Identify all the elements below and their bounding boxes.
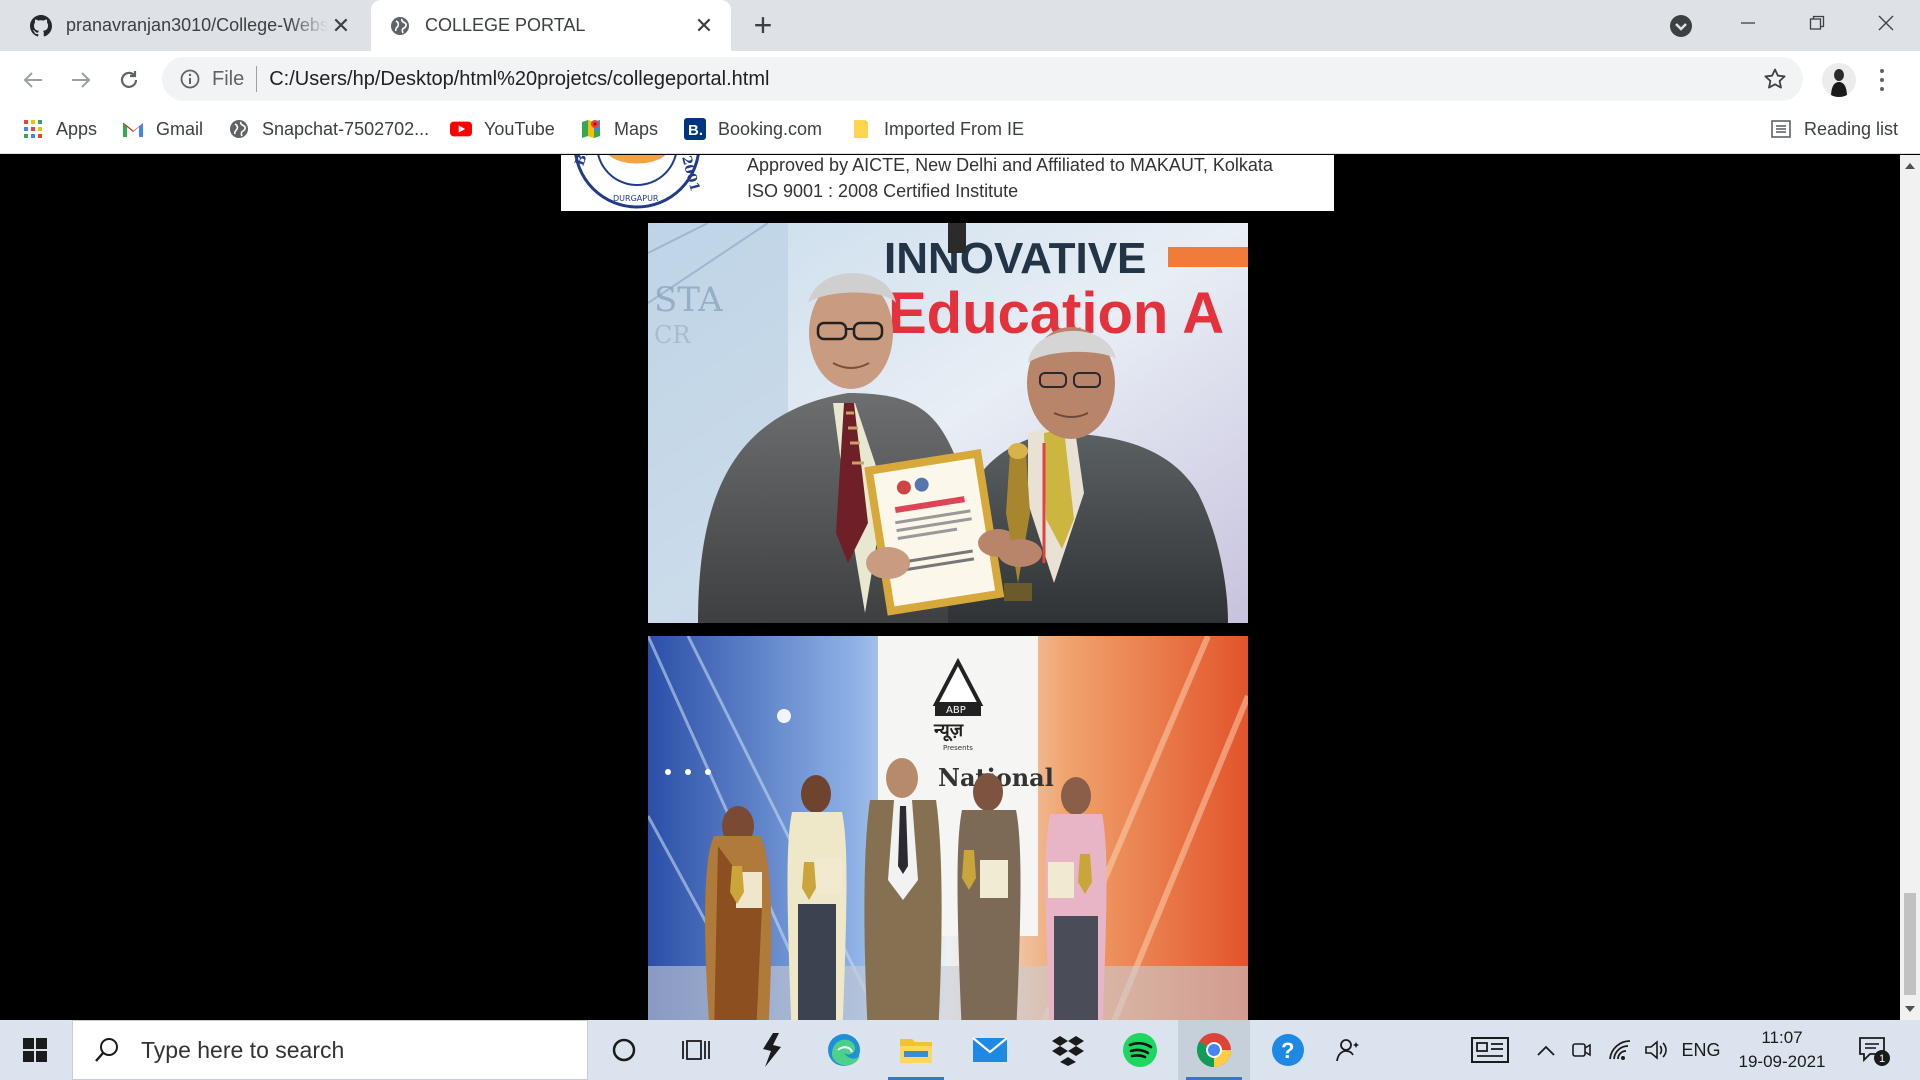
news-interests-icon[interactable] (1464, 1020, 1516, 1080)
profile-avatar[interactable] (1822, 63, 1856, 97)
logo-text-bottom: DURGAPUR (613, 194, 659, 203)
bookmark-gmail[interactable]: Gmail (122, 108, 203, 150)
taskbar-search-box[interactable]: Type here to search (72, 1020, 588, 1080)
tab-title: COLLEGE PORTAL (425, 15, 586, 35)
back-button[interactable] (18, 65, 48, 95)
show-hidden-icons-chevron-icon[interactable] (1532, 1020, 1560, 1080)
meet-now-icon[interactable] (1566, 1020, 1596, 1080)
dropbox-icon[interactable] (1032, 1020, 1104, 1080)
browser-toolbar: File C:/Users/hp/Desktop/html%20projetcs… (0, 51, 1920, 108)
college-logo-icon: BENGAL 2001 DURGAPUR (573, 155, 702, 209)
bookmark-apps[interactable]: Apps (22, 108, 97, 150)
tab-strip: pranavranjan3010/College-Website ✕ COLLE… (0, 0, 1920, 51)
bookmark-folder-imported[interactable]: Imported From IE (850, 108, 1024, 150)
bookmark-star-icon[interactable] (1763, 67, 1787, 91)
windows-start-button[interactable] (0, 1020, 70, 1080)
youtube-icon (450, 118, 472, 140)
tab-search-icon[interactable] (1668, 13, 1694, 39)
mail-icon[interactable] (954, 1020, 1026, 1080)
photo2-logo-hindi: न्यूज़ (933, 720, 964, 742)
url-text[interactable]: C:/Users/hp/Desktop/html%20projetcs/coll… (269, 68, 769, 91)
minimize-button[interactable] (1728, 8, 1768, 38)
language-indicator[interactable]: ENG (1680, 1020, 1722, 1080)
close-tab-icon[interactable]: ✕ (328, 13, 354, 39)
task-view-button[interactable] (660, 1020, 732, 1080)
photo2-logo-text: ABP (946, 705, 966, 716)
bookmark-label: Snapchat-7502702... (262, 118, 430, 139)
bookmark-label: YouTube (484, 118, 555, 139)
chrome-icon[interactable] (1178, 1020, 1250, 1080)
visual-studio-code-icon[interactable] (736, 1020, 808, 1080)
reading-list-button[interactable]: Reading list (1770, 108, 1898, 150)
college-banner: BENGAL 2001 DURGAPUR Approved by AICTE, … (561, 155, 1334, 211)
bookmark-label: Booking.com (718, 118, 823, 139)
close-window-button[interactable] (1866, 8, 1906, 38)
clock-date: 19-09-2021 (1738, 1052, 1826, 1071)
bookmark-label: Gmail (156, 118, 204, 139)
banner-approval-text: Approved by AICTE, New Delhi and Affilia… (747, 155, 1273, 175)
notification-count: 1 (1879, 1053, 1885, 1065)
new-tab-button[interactable]: + (748, 9, 778, 41)
page-viewport: BENGAL 2001 DURGAPUR Approved by AICTE, … (0, 155, 1900, 1020)
page-scrollbar[interactable] (1900, 155, 1920, 1020)
forward-button[interactable] (66, 65, 96, 95)
wifi-icon[interactable] (1604, 1020, 1636, 1080)
globe-icon (228, 118, 250, 140)
clock-time: 11:07 (1761, 1028, 1803, 1047)
reading-list-icon (1770, 118, 1792, 140)
file-explorer-icon[interactable] (880, 1020, 952, 1080)
github-icon (30, 14, 52, 37)
banner-iso-text: ISO 9001 : 2008 Certified Institute (747, 181, 1019, 201)
browser-window: pranavranjan3010/College-Website ✕ COLLE… (0, 0, 1920, 1080)
tab-college-portal[interactable]: COLLEGE PORTAL ✕ (371, 0, 731, 51)
photo2-presents: Presents (943, 744, 973, 752)
photo1-headline-top: INNOVATIVE (884, 234, 1146, 283)
close-tab-icon[interactable]: ✕ (691, 13, 717, 39)
award-photo-2: ABP न्यूज़ Presents National (648, 636, 1248, 1020)
globe-icon (389, 15, 411, 37)
action-center-icon[interactable]: 1 (1856, 1032, 1892, 1068)
bookmark-maps[interactable]: Maps (580, 108, 658, 150)
scrollbar-thumb[interactable] (1904, 893, 1916, 995)
search-icon (95, 1038, 118, 1062)
photo1-left-banner-small: CR (654, 321, 691, 349)
address-bar[interactable]: File C:/Users/hp/Desktop/html%20projetcs… (162, 57, 1803, 101)
booking-icon: B. (684, 118, 706, 140)
bookmarks-bar: Apps Gmail Snapchat-7502702... YouTube M… (0, 108, 1920, 154)
search-placeholder: Type here to search (141, 1036, 345, 1063)
windows-logo-icon (23, 1038, 47, 1062)
people-icon[interactable] (1312, 1020, 1384, 1080)
bookmark-label: Imported From IE (884, 118, 1025, 139)
omnibox-divider (256, 66, 258, 92)
reload-button[interactable] (114, 65, 144, 95)
bookmark-label: Maps (614, 118, 659, 139)
apps-grid-icon (22, 118, 44, 140)
gmail-icon (122, 118, 144, 140)
info-icon[interactable] (178, 67, 202, 91)
scheme-label: File (212, 67, 245, 90)
award-photo-1: STA CR INNOVATIVE Education A (648, 223, 1248, 623)
windows-taskbar: Type here to search ? ENG 11:07 19-09-20… (0, 1020, 1920, 1080)
bookmark-youtube[interactable]: YouTube (450, 108, 555, 150)
scroll-down-arrow-icon[interactable] (1900, 998, 1920, 1020)
spotify-icon[interactable] (1104, 1020, 1176, 1080)
svg-text:?: ? (1281, 1038, 1294, 1063)
reading-list-label: Reading list (1804, 118, 1899, 139)
restore-button[interactable] (1797, 8, 1837, 38)
scroll-up-arrow-icon[interactable] (1900, 155, 1920, 177)
tab-title: pranavranjan3010/College-Website (66, 15, 328, 35)
photo1-left-banner-text: STA (654, 280, 723, 320)
bookmark-snapchat[interactable]: Snapchat-7502702... (228, 108, 429, 150)
bookmark-label: Apps (56, 118, 98, 139)
edge-browser-icon[interactable] (808, 1020, 880, 1080)
folder-icon (850, 118, 872, 140)
volume-icon[interactable] (1640, 1020, 1672, 1080)
cortana-button[interactable] (588, 1020, 660, 1080)
system-clock[interactable]: 11:07 19-09-2021 (1730, 1026, 1834, 1074)
svg-text:B.: B. (688, 122, 703, 139)
chrome-menu-button[interactable] (1876, 65, 1888, 95)
maps-icon (580, 118, 602, 140)
tab-github[interactable]: pranavranjan3010/College-Website ✕ (16, 0, 368, 51)
bookmark-booking[interactable]: B. Booking.com (684, 108, 822, 150)
